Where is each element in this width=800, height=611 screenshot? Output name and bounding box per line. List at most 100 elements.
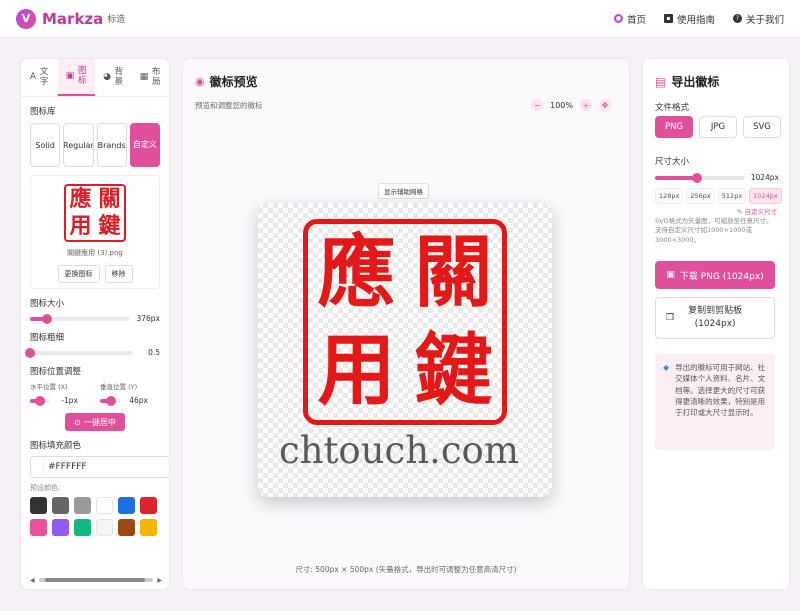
format-jpg-button[interactable]: JPG — [699, 116, 737, 138]
scroll-right-icon[interactable]: ▶ — [157, 577, 162, 584]
nav-guide[interactable]: ▪ 使用指南 — [663, 12, 715, 26]
size-chip-128[interactable]: 128px — [655, 188, 684, 204]
zoom-in-icon[interactable]: + — [580, 99, 592, 111]
color-swatch-2[interactable] — [52, 497, 69, 514]
color-swatch-5[interactable] — [118, 497, 135, 514]
color-swatch-3[interactable] — [74, 497, 91, 514]
question-icon: ? — [732, 14, 742, 23]
file-format-label: 文件格式 — [655, 103, 690, 113]
seal-char-1: 應 — [317, 227, 396, 318]
color-swatch-10[interactable] — [96, 519, 113, 536]
eye-icon: ◉ — [195, 75, 205, 88]
palette-icon: ◕ — [103, 71, 111, 82]
format-svg-button[interactable]: SVG — [743, 116, 781, 138]
icon-position-label: 图标位置调整 — [30, 367, 82, 377]
icon-stroke-slider[interactable] — [25, 347, 132, 358]
custom-icon-preview: 應 關 用 鍵 關鍵應用 (3).png 更换图标 移除 — [30, 175, 160, 289]
horizontal-position-slider[interactable] — [30, 395, 50, 406]
horizontal-position-value: -1px — [61, 396, 78, 405]
fill-color-swatch[interactable] — [39, 457, 44, 477]
preview-subtitle: 预览和调整您的徽标 — [195, 101, 263, 110]
icon-fill-color-label: 图标填充颜色 — [30, 441, 82, 451]
color-swatch-11[interactable] — [118, 519, 135, 536]
slider-handle[interactable] — [106, 395, 116, 406]
tab-layout[interactable]: ▦ 布局 — [132, 59, 169, 96]
download-button-label: 下载 PNG (1024px) — [679, 271, 764, 282]
icon-size-slider[interactable] — [30, 313, 131, 324]
preset-color-swatches — [30, 497, 160, 536]
slider-handle[interactable] — [35, 395, 45, 406]
copy-to-clipboard-button[interactable]: ❐ 复制到剪贴板 (1024px) — [655, 297, 775, 339]
zoom-level: 100% — [550, 100, 573, 110]
download-button[interactable]: ▣ 下载 PNG (1024px) — [655, 261, 775, 289]
library-regular-button[interactable]: Regular — [63, 123, 94, 167]
image-icon: ▣ — [65, 70, 75, 81]
logo-icon[interactable]: V — [16, 8, 36, 29]
diamond-icon: ◆ — [663, 363, 670, 372]
icon-stroke-value: 0.5 — [148, 348, 160, 357]
nav-home-label: 首页 — [626, 14, 646, 26]
slider-handle[interactable] — [692, 172, 703, 183]
thumb-char-4: 鍵 — [98, 213, 121, 239]
custom-size-link[interactable]: ✎ 自定义尺寸 — [737, 206, 777, 216]
icon-file-name: 關鍵應用 (3).png — [67, 249, 123, 257]
center-icon-button[interactable]: ⊙ 一键居中 — [65, 413, 125, 431]
seal-icon: 應 關 用 鍵 — [303, 219, 507, 425]
preview-title-label: 徽标预览 — [209, 75, 258, 89]
library-custom-button[interactable]: 自定义 — [129, 123, 160, 167]
brand-name[interactable]: Markza — [42, 10, 103, 28]
slider-handle[interactable] — [42, 313, 53, 324]
color-swatch-6[interactable] — [140, 497, 157, 514]
save-icon: ▣ — [666, 270, 675, 280]
replace-icon-button[interactable]: 更换图标 — [57, 265, 100, 283]
color-swatch-12[interactable] — [140, 519, 157, 536]
remove-icon-button[interactable]: 移除 — [104, 265, 133, 283]
export-size-slider[interactable] — [655, 172, 745, 183]
show-grid-button[interactable]: 显示辅助网格 — [378, 183, 429, 199]
color-swatch-1[interactable] — [30, 497, 47, 514]
tab-text[interactable]: A 文字 — [21, 59, 58, 96]
zoom-out-icon[interactable]: − — [531, 99, 544, 111]
seal-char-4: 鍵 — [414, 325, 493, 416]
fill-color-input[interactable]: #FFFFFF — [30, 456, 169, 478]
usage-note-text: 导出的徽标可用于网站、社交媒体个人资料、名片、文档等。选择更大的尺寸可获得更清晰… — [675, 363, 766, 417]
format-png-button[interactable]: PNG — [655, 116, 693, 138]
nav-home[interactable]: ● 首页 — [613, 12, 646, 26]
export-size-value: 1024px — [750, 173, 779, 182]
color-swatch-7[interactable] — [30, 519, 47, 536]
size-chip-512[interactable]: 512px — [717, 188, 747, 204]
left-settings-panel: A 文字 ▣ 图标 ◕ 背景 ▦ 布局 图标库 Solid Regular Brands… — [20, 58, 170, 590]
layout-icon: ▦ — [139, 71, 149, 82]
vertical-position-slider[interactable] — [100, 395, 120, 406]
color-swatch-4[interactable] — [96, 497, 113, 514]
nav-about[interactable]: ? 关于我们 — [732, 12, 784, 26]
edit-icon: ✎ — [736, 208, 743, 216]
tab-layout-label: 布局 — [151, 67, 161, 87]
preview-size-info: 尺寸: 500px × 500px (矢量格式，导出时可调整为任意高清尺寸) — [295, 565, 517, 574]
export-size-label: 尺寸大小 — [655, 157, 690, 167]
size-chip-256[interactable]: 256px — [686, 188, 715, 204]
icon-size-label: 图标大小 — [30, 299, 65, 309]
move-icon[interactable]: ✥ — [599, 99, 611, 111]
custom-icon-thumbnail: 應 關 用 鍵 — [64, 184, 126, 242]
scrollbar-thumb[interactable] — [44, 578, 145, 582]
tab-icon[interactable]: ▣ 图标 — [58, 59, 95, 96]
logo-canvas[interactable]: 應 關 用 鍵 chtouch.com — [258, 203, 552, 497]
tab-background[interactable]: ◕ 背景 — [95, 59, 132, 96]
vertical-position-value: 46px — [129, 396, 148, 405]
scroll-left-icon[interactable]: ◀ — [30, 577, 35, 584]
export-title-label: 导出徽标 — [671, 75, 720, 89]
color-swatch-8[interactable] — [52, 519, 69, 536]
horizontal-scrollbar[interactable]: ◀ ▶ — [30, 577, 162, 584]
preset-colors-label: 预设颜色: — [30, 484, 61, 492]
export-title: ▤ 导出徽标 — [655, 73, 719, 90]
fill-color-value: #FFFFFF — [48, 462, 87, 472]
tab-icon-label: 图标 — [77, 66, 87, 86]
vertical-position-label: 垂直位置 (Y) — [100, 383, 138, 391]
slider-handle[interactable] — [25, 347, 35, 358]
size-chip-1024[interactable]: 1024px — [749, 188, 782, 204]
library-solid-button[interactable]: Solid — [30, 123, 61, 167]
color-swatch-9[interactable] — [74, 519, 91, 536]
top-nav: ● 首页 ▪ 使用指南 ? 关于我们 — [613, 12, 784, 26]
library-brands-button[interactable]: Brands — [96, 123, 127, 167]
